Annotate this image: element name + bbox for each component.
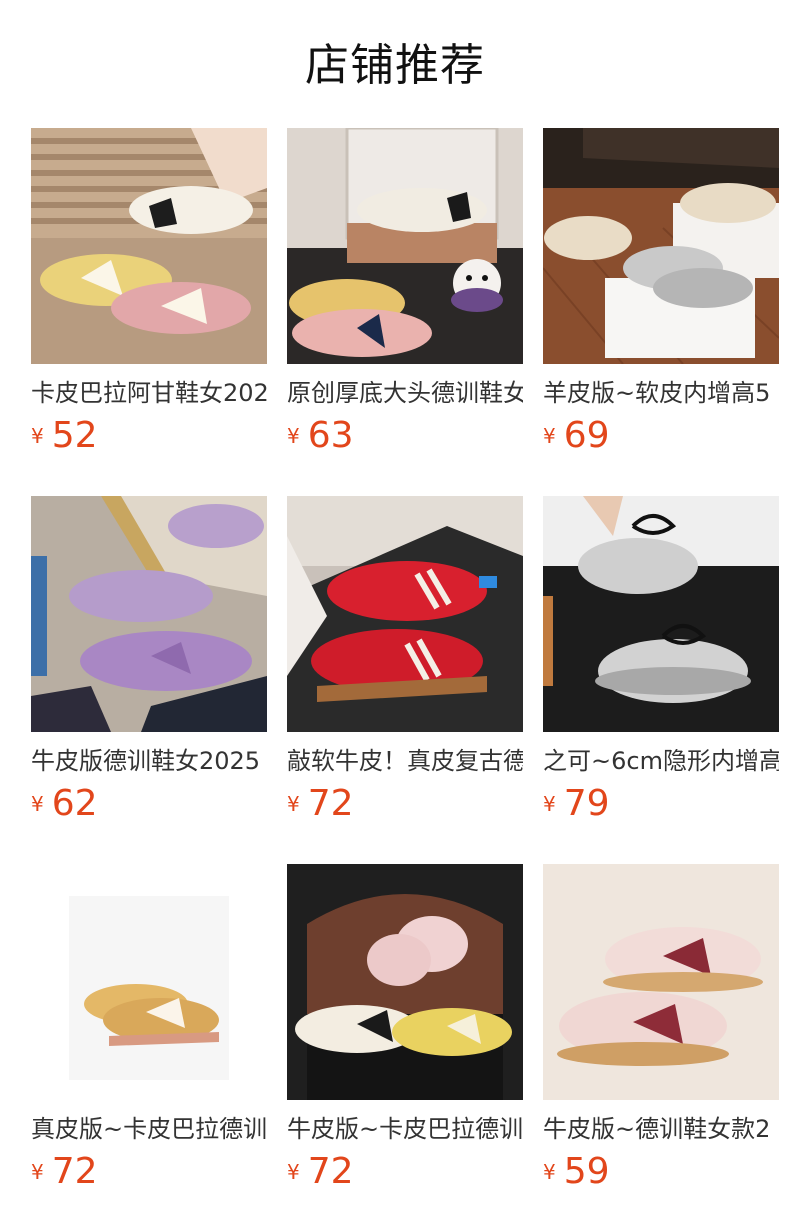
price-value: 63 <box>307 415 354 456</box>
product-image[interactable] <box>287 128 523 364</box>
price-value: 69 <box>563 415 610 456</box>
product-card[interactable]: 之可~6cm隐形内增高 ¥79 <box>543 496 779 832</box>
currency-symbol: ¥ <box>31 424 44 448</box>
currency-symbol: ¥ <box>31 1160 44 1184</box>
product-card[interactable]: 原创厚底大头德训鞋女 ¥63 <box>287 128 523 464</box>
product-card[interactable]: 羊皮版~软皮内增高5 ¥69 <box>543 128 779 464</box>
product-card[interactable]: 牛皮版德训鞋女2025 ¥62 <box>31 496 267 832</box>
currency-symbol: ¥ <box>287 424 300 448</box>
page-title: 店铺推荐 <box>305 40 485 91</box>
product-price: ¥72 <box>287 784 354 824</box>
currency-symbol: ¥ <box>543 792 556 816</box>
product-name[interactable]: 敲软牛皮！真皮复古德 <box>287 744 523 778</box>
currency-symbol: ¥ <box>543 1160 556 1184</box>
product-name[interactable]: 牛皮版~德训鞋女款2 <box>543 1112 779 1146</box>
product-name[interactable]: 原创厚底大头德训鞋女 <box>287 376 523 410</box>
product-image[interactable] <box>31 496 267 732</box>
product-image[interactable] <box>543 496 779 732</box>
product-price: ¥52 <box>31 416 98 456</box>
product-card[interactable]: 牛皮版~卡皮巴拉德训 ¥72 <box>287 864 523 1200</box>
currency-symbol: ¥ <box>287 1160 300 1184</box>
product-image[interactable] <box>31 128 267 364</box>
product-card[interactable]: 敲软牛皮！真皮复古德 ¥72 <box>287 496 523 832</box>
product-image[interactable] <box>543 864 779 1100</box>
product-name[interactable]: 牛皮版德训鞋女2025 <box>31 744 267 778</box>
product-price: ¥69 <box>543 416 610 456</box>
product-price: ¥59 <box>543 1152 610 1192</box>
price-value: 59 <box>563 1151 610 1192</box>
product-name[interactable]: 真皮版~卡皮巴拉德训 <box>31 1112 267 1146</box>
product-price: ¥63 <box>287 416 354 456</box>
product-price: ¥79 <box>543 784 610 824</box>
price-value: 52 <box>51 415 98 456</box>
product-image[interactable] <box>287 496 523 732</box>
price-value: 79 <box>563 783 610 824</box>
product-name[interactable]: 之可~6cm隐形内增高 <box>543 744 779 778</box>
product-name[interactable]: 卡皮巴拉阿甘鞋女2025 <box>31 376 267 410</box>
product-name[interactable]: 牛皮版~卡皮巴拉德训 <box>287 1112 523 1146</box>
product-image[interactable] <box>543 128 779 364</box>
product-price: ¥62 <box>31 784 98 824</box>
currency-symbol: ¥ <box>287 792 300 816</box>
price-value: 72 <box>307 783 354 824</box>
price-value: 62 <box>51 783 98 824</box>
product-card[interactable]: 真皮版~卡皮巴拉德训 ¥72 <box>31 864 267 1200</box>
price-value: 72 <box>51 1151 98 1192</box>
product-image[interactable] <box>287 864 523 1100</box>
product-card[interactable]: 卡皮巴拉阿甘鞋女2025 ¥52 <box>31 128 267 464</box>
currency-symbol: ¥ <box>543 424 556 448</box>
product-price: ¥72 <box>31 1152 98 1192</box>
currency-symbol: ¥ <box>31 792 44 816</box>
product-image[interactable] <box>31 864 267 1100</box>
price-value: 72 <box>307 1151 354 1192</box>
product-price: ¥72 <box>287 1152 354 1192</box>
product-card[interactable]: 牛皮版~德训鞋女款2 ¥59 <box>543 864 779 1200</box>
product-name[interactable]: 羊皮版~软皮内增高5 <box>543 376 779 410</box>
